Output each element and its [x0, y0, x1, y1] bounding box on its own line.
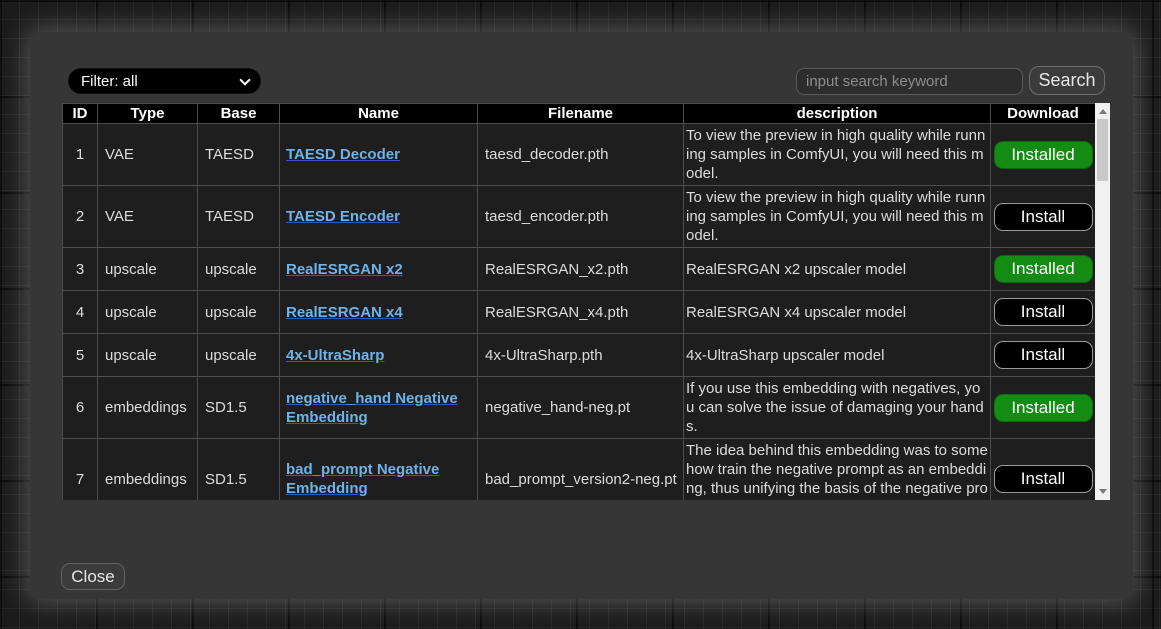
model-name-link[interactable]: negative_hand Negative Embedding	[286, 390, 458, 426]
table-row: 7 embeddings SD1.5 bad_prompt Negative E…	[63, 439, 1096, 501]
table-row: 4 upscale upscale RealESRGAN x4 RealESRG…	[63, 291, 1096, 334]
table-row: 3 upscale upscale RealESRGAN x2 RealESRG…	[63, 248, 1096, 291]
cell-description: To view the preview in high quality whil…	[684, 186, 991, 248]
cell-base: TAESD	[198, 124, 280, 186]
column-header-name: Name	[280, 104, 478, 124]
cell-base: TAESD	[198, 186, 280, 248]
column-header-type: Type	[98, 104, 198, 124]
cell-name: TAESD Encoder	[280, 186, 478, 248]
cell-filename: taesd_encoder.pth	[478, 186, 684, 248]
cell-name: 4x-UltraSharp	[280, 334, 478, 377]
cell-id: 2	[63, 186, 98, 248]
download-button[interactable]: Installed	[994, 255, 1093, 283]
models-table: ID Type Base Name Filename description D…	[62, 103, 1096, 500]
cell-type: upscale	[98, 248, 198, 291]
cell-download: Installed	[991, 124, 1096, 186]
cell-base: SD1.5	[198, 377, 280, 439]
cell-description: The idea behind this embedding was to so…	[684, 439, 991, 501]
cell-download: Install	[991, 186, 1096, 248]
table-body: 1 VAE TAESD TAESD Decoder taesd_decoder.…	[63, 124, 1096, 501]
cell-filename: bad_prompt_version2-neg.pt	[478, 439, 684, 501]
download-button[interactable]: Install	[994, 465, 1093, 493]
cell-filename: 4x-UltraSharp.pth	[478, 334, 684, 377]
cell-id: 5	[63, 334, 98, 377]
model-name-link[interactable]: 4x-UltraSharp	[286, 347, 384, 364]
install-models-dialog: Filter: all Search ID Type Base Name Fil…	[30, 32, 1133, 599]
filter-dropdown[interactable]: Filter: all	[68, 68, 261, 94]
table-header-row: ID Type Base Name Filename description D…	[63, 104, 1096, 124]
cell-filename: RealESRGAN_x2.pth	[478, 248, 684, 291]
cell-download: Installed	[991, 377, 1096, 439]
cell-base: upscale	[198, 248, 280, 291]
download-button[interactable]: Install	[994, 298, 1093, 326]
cell-name: RealESRGAN x2	[280, 248, 478, 291]
cell-type: embeddings	[98, 439, 198, 501]
cell-filename: RealESRGAN_x4.pth	[478, 291, 684, 334]
cell-name: RealESRGAN x4	[280, 291, 478, 334]
cell-type: VAE	[98, 124, 198, 186]
cell-id: 6	[63, 377, 98, 439]
cell-id: 3	[63, 248, 98, 291]
cell-type: embeddings	[98, 377, 198, 439]
cell-name: TAESD Decoder	[280, 124, 478, 186]
cell-base: upscale	[198, 334, 280, 377]
cell-id: 1	[63, 124, 98, 186]
cell-type: upscale	[98, 291, 198, 334]
cell-description: To view the preview in high quality whil…	[684, 124, 991, 186]
close-button[interactable]: Close	[61, 563, 125, 590]
cell-download: Install	[991, 334, 1096, 377]
download-button[interactable]: Installed	[994, 394, 1093, 422]
model-name-link[interactable]: RealESRGAN x2	[286, 261, 403, 278]
column-header-base: Base	[198, 104, 280, 124]
cell-base: SD1.5	[198, 439, 280, 501]
cell-download: Install	[991, 439, 1096, 501]
cell-id: 7	[63, 439, 98, 501]
table-row: 5 upscale upscale 4x-UltraSharp 4x-Ultra…	[63, 334, 1096, 377]
download-button[interactable]: Installed	[994, 141, 1093, 169]
model-name-link[interactable]: TAESD Encoder	[286, 208, 400, 225]
filter-dropdown-wrap: Filter: all	[68, 68, 261, 94]
cell-type: upscale	[98, 334, 198, 377]
column-header-description: description	[684, 104, 991, 124]
download-button[interactable]: Install	[994, 341, 1093, 369]
cell-type: VAE	[98, 186, 198, 248]
cell-filename: taesd_decoder.pth	[478, 124, 684, 186]
scrollbar-thumb[interactable]	[1097, 119, 1108, 181]
cell-description: RealESRGAN x4 upscaler model	[684, 291, 991, 334]
model-name-link[interactable]: RealESRGAN x4	[286, 304, 403, 321]
scroll-up-icon[interactable]	[1099, 109, 1107, 114]
table-row: 2 VAE TAESD TAESD Encoder taesd_encoder.…	[63, 186, 1096, 248]
table-row: 6 embeddings SD1.5 negative_hand Negativ…	[63, 377, 1096, 439]
column-header-filename: Filename	[478, 104, 684, 124]
cell-name: bad_prompt Negative Embedding	[280, 439, 478, 501]
cell-filename: negative_hand-neg.pt	[478, 377, 684, 439]
column-header-id: ID	[63, 104, 98, 124]
table-scrollbar[interactable]	[1095, 103, 1110, 500]
models-table-area: ID Type Base Name Filename description D…	[62, 103, 1110, 500]
search-button[interactable]: Search	[1029, 66, 1105, 95]
cell-description: RealESRGAN x2 upscaler model	[684, 248, 991, 291]
cell-download: Install	[991, 291, 1096, 334]
cell-name: negative_hand Negative Embedding	[280, 377, 478, 439]
model-name-link[interactable]: bad_prompt Negative Embedding	[286, 461, 439, 497]
model-name-link[interactable]: TAESD Decoder	[286, 146, 400, 163]
download-button[interactable]: Install	[994, 203, 1093, 231]
column-header-download: Download	[991, 104, 1096, 124]
cell-description: If you use this embedding with negatives…	[684, 377, 991, 439]
cell-id: 4	[63, 291, 98, 334]
scroll-down-icon[interactable]	[1099, 489, 1107, 494]
search-input[interactable]	[796, 68, 1023, 95]
cell-download: Installed	[991, 248, 1096, 291]
cell-description: 4x-UltraSharp upscaler model	[684, 334, 991, 377]
table-row: 1 VAE TAESD TAESD Decoder taesd_decoder.…	[63, 124, 1096, 186]
cell-base: upscale	[198, 291, 280, 334]
